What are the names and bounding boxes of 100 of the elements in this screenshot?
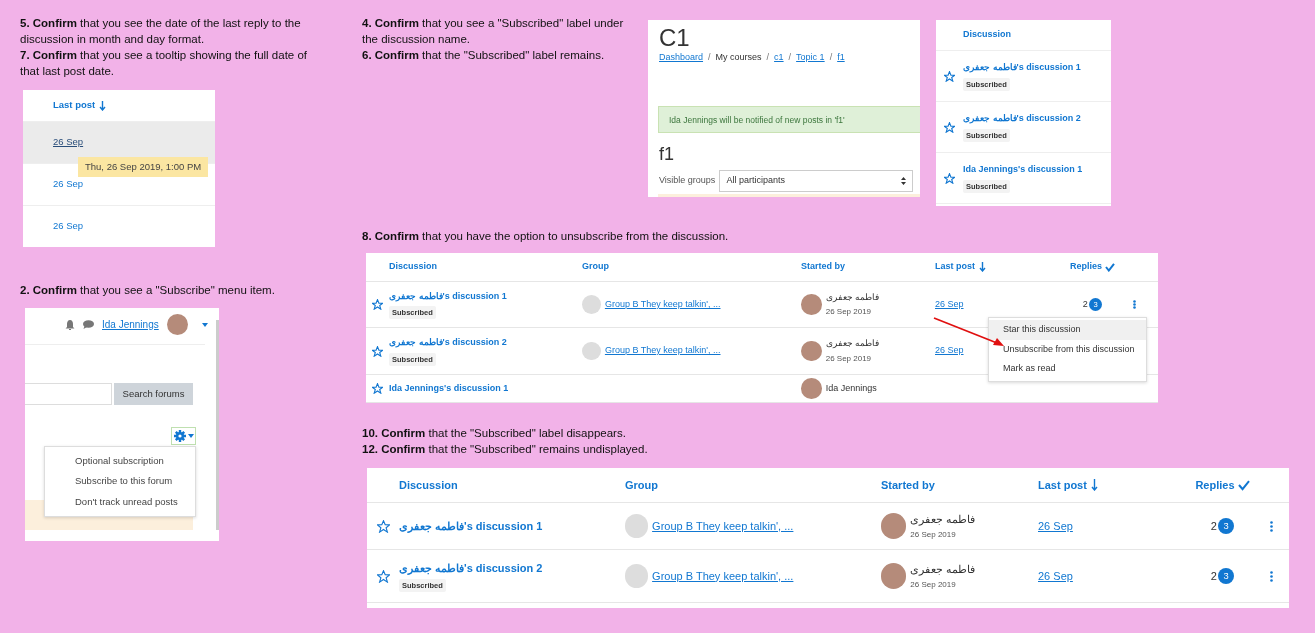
unread-count: 3 bbox=[1217, 517, 1235, 535]
reply-count: 2 bbox=[1210, 518, 1217, 534]
avatar-placeholder bbox=[881, 513, 907, 539]
star-icon bbox=[944, 172, 955, 184]
tooltip: Thu, 26 Sep 2019, 1:00 PM bbox=[78, 157, 209, 178]
caret-icon bbox=[188, 434, 194, 438]
group-icon bbox=[625, 514, 649, 538]
avatar-placeholder bbox=[801, 378, 822, 399]
column-header[interactable]: Group bbox=[625, 476, 658, 494]
group-icon bbox=[582, 295, 601, 314]
instruction-text: 2. Confirm that you see a "Subscribe" menu item. bbox=[20, 283, 276, 298]
forum-title: f1 bbox=[659, 143, 674, 166]
breadcrumb-separator: / bbox=[708, 51, 711, 64]
caret-icon bbox=[201, 322, 208, 327]
start-date: 26 Sep 2019 bbox=[910, 579, 957, 592]
column-header[interactable]: Discussion bbox=[399, 476, 458, 494]
notification-alert: Ida Jennings will be notified of new posts in 'f1' bbox=[658, 106, 920, 133]
group-icon bbox=[582, 341, 601, 361]
author-name: فاطمه جعفری bbox=[910, 561, 976, 578]
menu-item[interactable]: Mark as read bbox=[989, 359, 1146, 379]
select-arrows-icon bbox=[901, 177, 907, 185]
group-link[interactable]: Group B They keep talkin', ... bbox=[604, 297, 721, 312]
discussion-link[interactable]: فاطمه جعفری's discussion 2 bbox=[963, 112, 1081, 126]
discussion-link[interactable]: Ida Jennings's discussion 1 bbox=[389, 381, 582, 396]
avatar-placeholder bbox=[801, 340, 822, 362]
settings-button[interactable] bbox=[171, 427, 196, 445]
group-icon bbox=[625, 564, 649, 588]
column-header[interactable]: Last post bbox=[1038, 476, 1087, 494]
reply-count: 2 bbox=[1082, 297, 1088, 311]
breadcrumb-link[interactable]: c1 bbox=[774, 51, 784, 65]
field-label: Visible groups bbox=[659, 174, 716, 188]
star-icon bbox=[944, 121, 955, 133]
bell-icon bbox=[65, 319, 75, 330]
star-icon bbox=[376, 519, 390, 533]
settings-icon bbox=[174, 430, 186, 442]
discussion-link[interactable]: فاطمه جعفری's discussion 1 bbox=[963, 61, 1081, 75]
group-link[interactable]: Group B They keep talkin', ... bbox=[604, 344, 721, 358]
author-name: فاطمه جعفری bbox=[910, 511, 976, 528]
breadcrumb-link[interactable]: Dashboard bbox=[659, 51, 704, 65]
group-link[interactable]: Group B They keep talkin', ... bbox=[652, 567, 794, 585]
instruction-text: 7. Confirm that you see a tooltip showing the full date of that last post date. bbox=[20, 48, 309, 79]
column-header[interactable]: Last post bbox=[53, 98, 96, 113]
groups-select[interactable]: All participants bbox=[719, 170, 914, 192]
column-header[interactable]: Replies bbox=[1195, 476, 1235, 494]
author-name: فاطمه جعفری bbox=[825, 290, 880, 304]
date-link[interactable]: 26 Sep bbox=[935, 298, 964, 309]
arrow-icon bbox=[933, 317, 1005, 347]
avatar-placeholder bbox=[801, 294, 822, 315]
column-header[interactable]: Replies bbox=[1070, 260, 1102, 274]
avatar-placeholder bbox=[166, 314, 188, 335]
breadcrumb-separator: / bbox=[829, 51, 833, 64]
date-link[interactable]: 26 Sep bbox=[53, 177, 84, 192]
group-link[interactable]: Group B They keep talkin', ... bbox=[652, 517, 794, 535]
discussion-link[interactable]: فاطمه جعفری's discussion 2 bbox=[389, 336, 582, 350]
instruction-text: 10. Confirm that the "Subscribed" label disappears. bbox=[362, 426, 627, 441]
column-header[interactable]: Started by bbox=[881, 476, 935, 494]
date-link[interactable]: 26 Sep bbox=[53, 135, 84, 150]
author-name: فاطمه جعفری bbox=[825, 337, 880, 351]
discussion-link[interactable]: فاطمه جعفری's discussion 2 bbox=[399, 559, 625, 576]
star-icon bbox=[372, 299, 383, 310]
star-icon bbox=[944, 70, 955, 82]
search-field[interactable] bbox=[25, 383, 112, 405]
start-date: 26 Sep 2019 bbox=[910, 529, 957, 542]
date-link[interactable]: 26 Sep bbox=[935, 345, 964, 356]
menu-item[interactable]: Star this discussion bbox=[989, 320, 1146, 340]
user-menu-link[interactable]: Ida Jennings bbox=[102, 317, 159, 332]
breadcrumb-link[interactable]: f1 bbox=[837, 51, 845, 65]
avatar-placeholder bbox=[881, 563, 907, 589]
discussion-link[interactable]: فاطمه جعفری's discussion 1 bbox=[389, 289, 582, 303]
menu-item[interactable]: Optional subscription bbox=[45, 451, 195, 472]
column-header[interactable]: Discussion bbox=[963, 28, 1011, 42]
menu-item[interactable]: Subscribe to this forum bbox=[45, 471, 195, 492]
instruction-text: 4. Confirm that you see a "Subscribed" label under the discussion name. bbox=[362, 16, 625, 47]
date-link[interactable]: 26 Sep bbox=[1038, 569, 1073, 582]
unread-count: 3 bbox=[1217, 567, 1235, 585]
sort-descending-icon bbox=[99, 100, 107, 111]
column-header[interactable]: Started by bbox=[801, 260, 845, 274]
instruction-text: 6. Confirm that the "Subscribed" label remains. bbox=[362, 48, 606, 63]
start-date: 26 Sep 2019 bbox=[825, 352, 873, 365]
discussion-link[interactable]: Ida Jennings's discussion 1 bbox=[963, 163, 1083, 177]
author-name: Ida Jennings bbox=[825, 381, 877, 395]
breadcrumb-separator: / bbox=[788, 51, 792, 64]
course-title: C1 bbox=[659, 26, 690, 50]
breadcrumb-link[interactable]: Topic 1 bbox=[796, 51, 825, 65]
menu-item[interactable]: Don't track unread posts bbox=[45, 491, 195, 512]
star-icon bbox=[372, 345, 383, 357]
date-link[interactable]: 26 Sep bbox=[53, 219, 84, 234]
search-button[interactable]: Search forums bbox=[114, 383, 193, 405]
breadcrumb-text: My courses bbox=[715, 51, 762, 64]
discussion-link[interactable]: فاطمه جعفری's discussion 1 bbox=[399, 517, 625, 535]
chat-icon bbox=[83, 320, 94, 329]
column-header[interactable]: Discussion bbox=[389, 260, 437, 274]
column-header[interactable]: Last post bbox=[935, 260, 975, 274]
instruction-text: 8. Confirm that you have the option to unsubscribe from the discussion. bbox=[362, 229, 730, 244]
star-icon bbox=[376, 569, 390, 583]
breadcrumb-separator: / bbox=[766, 51, 770, 64]
instruction-text: 12. Confirm that the "Subscribed" remains undisplayed. bbox=[362, 442, 649, 457]
column-header[interactable]: Group bbox=[582, 260, 609, 274]
instruction-text: 5. Confirm that you see the date of the last reply to the discussion in month and day format. bbox=[20, 16, 302, 47]
date-link[interactable]: 26 Sep bbox=[1038, 519, 1073, 532]
